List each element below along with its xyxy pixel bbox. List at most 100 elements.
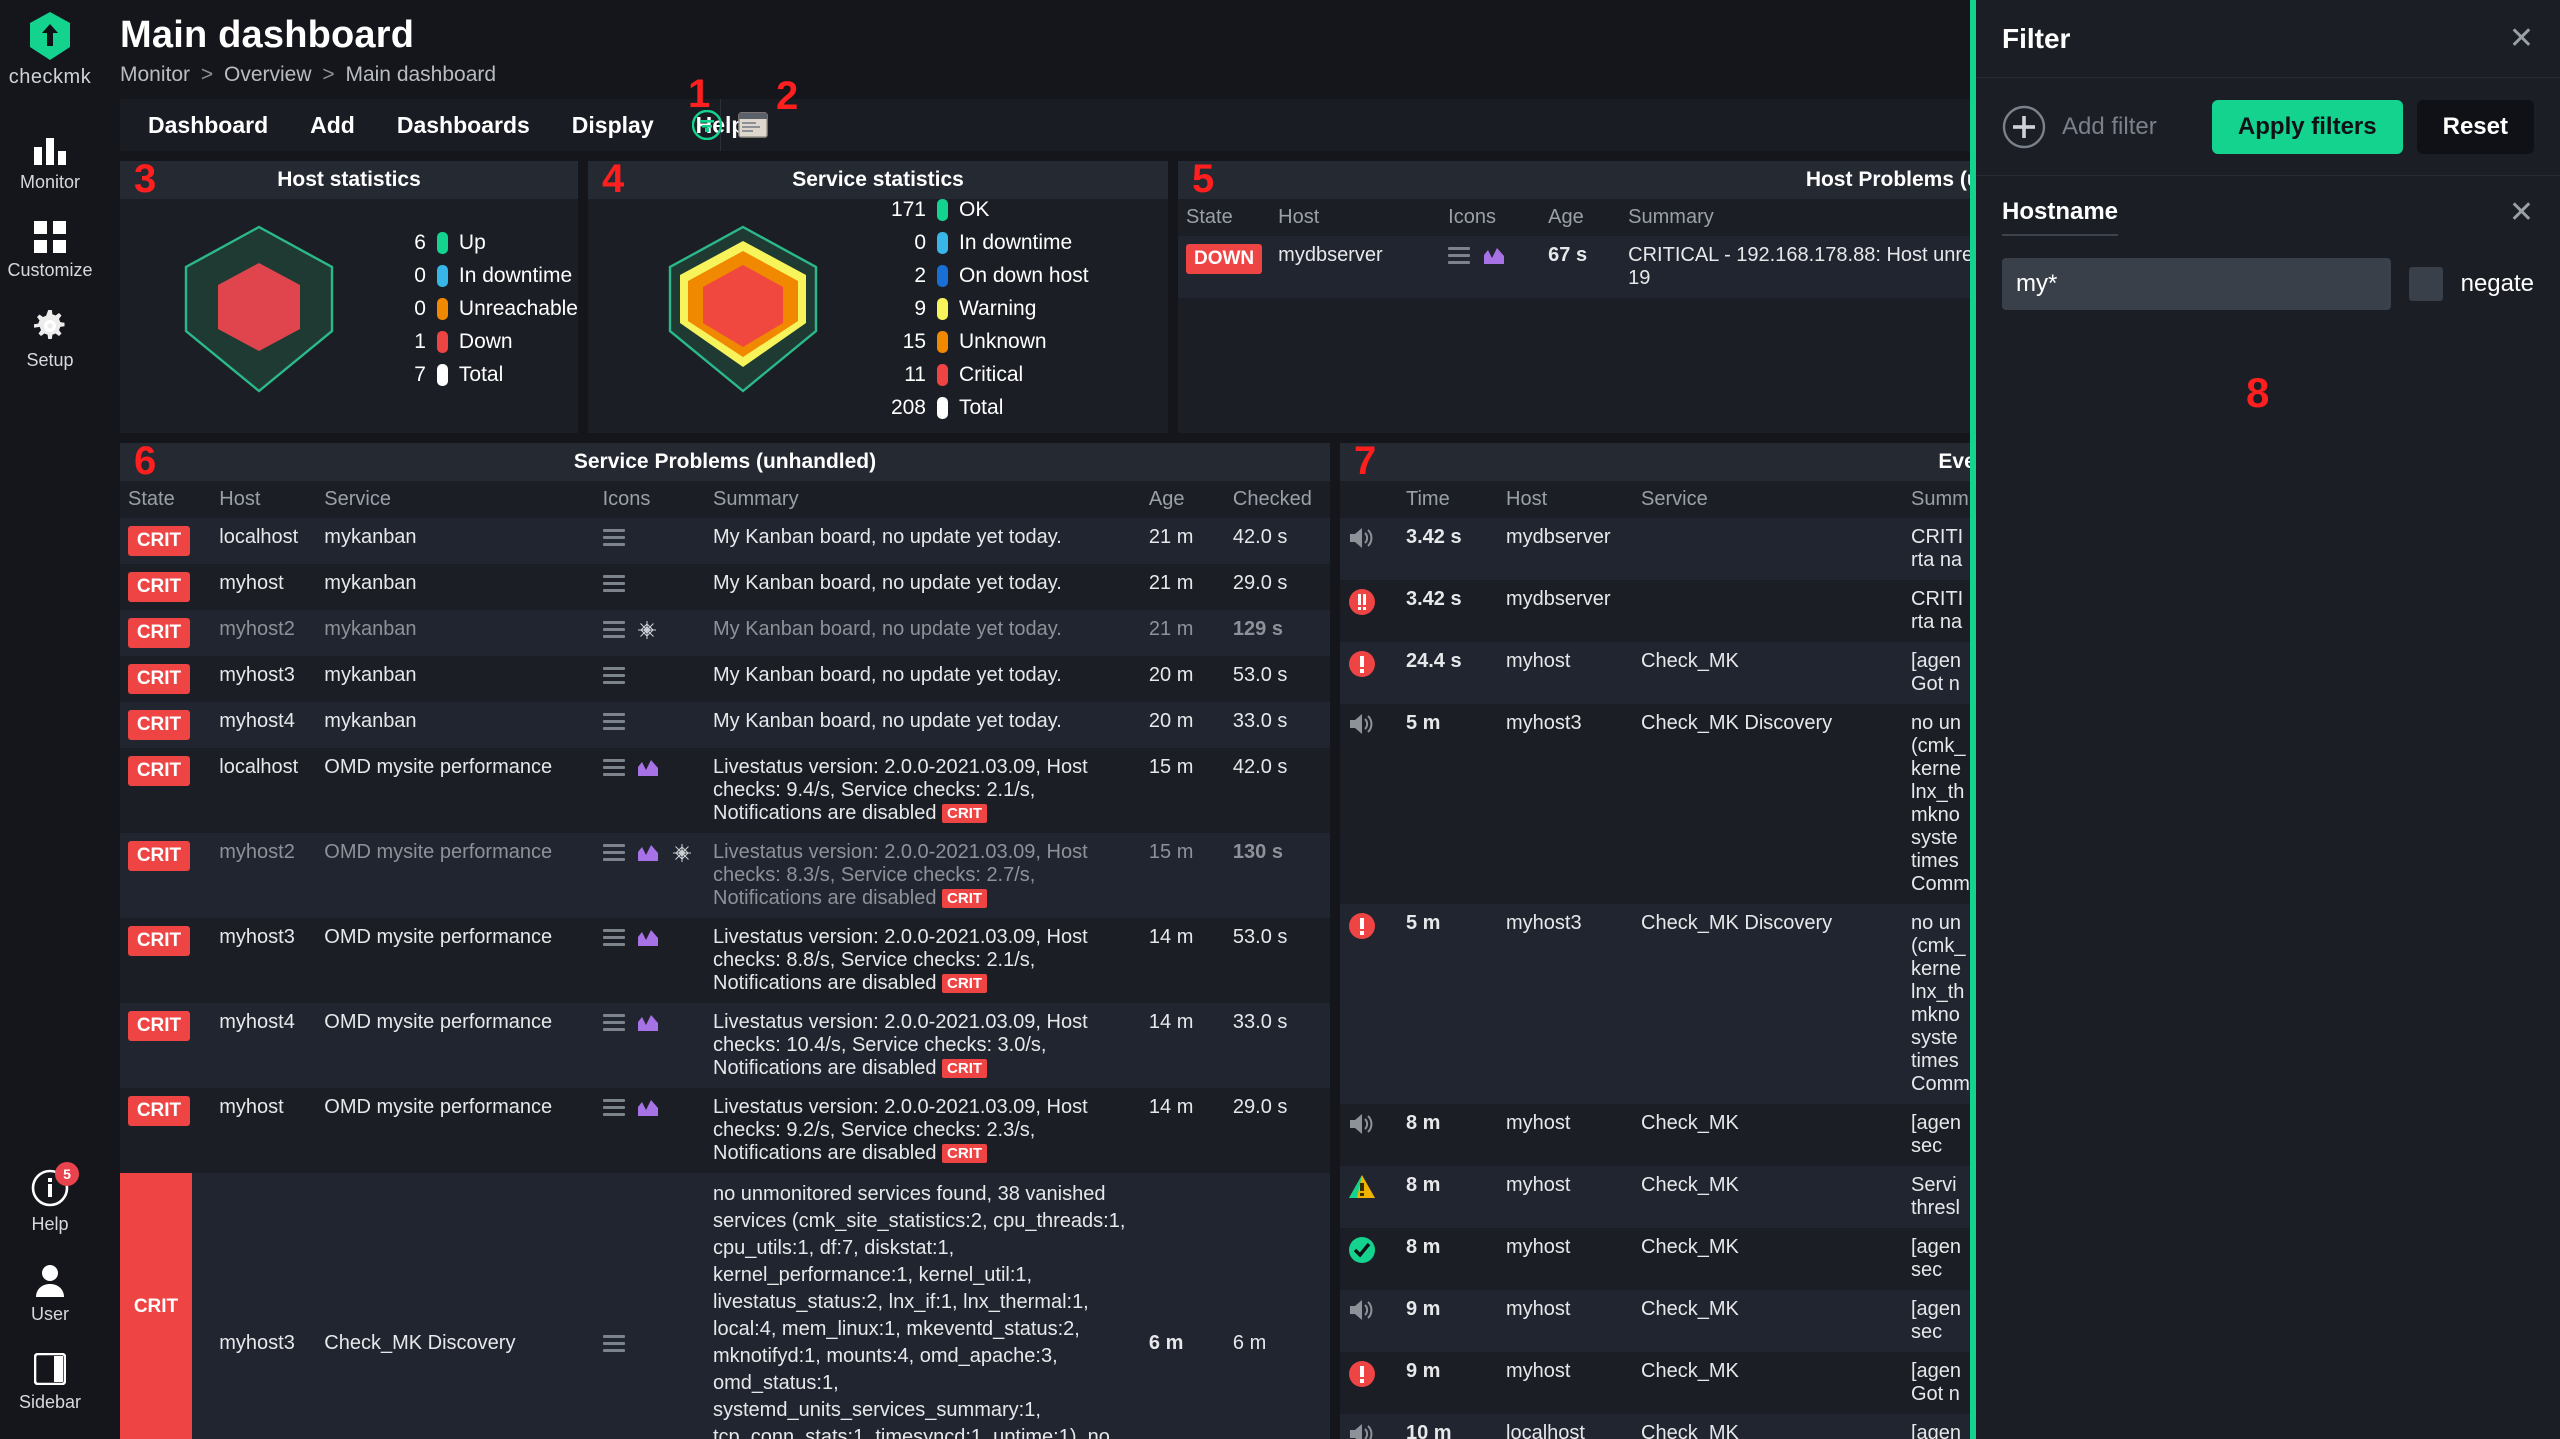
breadcrumb-item-0[interactable]: Monitor — [120, 63, 190, 86]
graph-icon[interactable] — [637, 759, 659, 777]
col-icons[interactable]: Icons — [594, 481, 705, 518]
menu-item-display[interactable]: Display — [572, 112, 654, 139]
col-host[interactable]: Host — [1270, 199, 1441, 236]
cell-host[interactable]: myhost4 — [211, 1003, 317, 1088]
table-row[interactable]: CRIT myhost3 Check_MK Discovery no unmon… — [120, 1173, 1330, 1439]
negate-checkbox[interactable] — [2408, 267, 2443, 301]
list-item[interactable]: 9 m myhost Check_MK [agen Got n — [1340, 1352, 1970, 1414]
cell-service[interactable]: Check_MK Discovery — [316, 1173, 595, 1439]
col-summary[interactable]: Summ — [1903, 481, 1970, 518]
cell-service[interactable] — [1633, 580, 1903, 642]
col-age[interactable]: Age — [1540, 199, 1621, 236]
sidebar-item-customize[interactable]: Customize — [0, 205, 100, 293]
list-item[interactable]: 5 m myhost3 Check_MK Discovery no un (cm… — [1340, 704, 1970, 904]
cell-service[interactable]: Check_MK — [1633, 1166, 1903, 1228]
cell-host[interactable]: myhost3 — [211, 656, 317, 702]
sidebar-item-user[interactable]: User — [0, 1247, 100, 1337]
table-row[interactable]: DOWN mydbserver 67 s CRITICAL - 192.168.… — [1178, 236, 1970, 298]
col-service[interactable]: Service — [316, 481, 595, 518]
cell-host[interactable]: mydbserver — [1498, 518, 1633, 580]
list-item[interactable]: 24.4 s myhost Check_MK [agen Got n — [1340, 642, 1970, 704]
cell-host[interactable]: mydbserver — [1498, 580, 1633, 642]
cell-host[interactable]: myhost — [1498, 1166, 1633, 1228]
list-item[interactable]: 8 m myhost Check_MK [agen sec — [1340, 1228, 1970, 1290]
table-row[interactable]: CRIT myhost OMD mysite performance Lives… — [120, 1088, 1330, 1173]
table-row[interactable]: CRIT myhost3 mykanban My Kanban board, n… — [120, 656, 1330, 702]
cell-host[interactable]: myhost — [1498, 1352, 1633, 1414]
cell-host[interactable]: myhost2 — [211, 610, 317, 656]
apply-filters-button[interactable]: Apply filters — [2211, 99, 2403, 154]
cell-host[interactable]: myhost — [1498, 1104, 1633, 1166]
cell-service[interactable]: Check_MK — [1633, 1228, 1903, 1290]
cell-host[interactable]: myhost — [1498, 1290, 1633, 1352]
brand-logo[interactable]: checkmk — [9, 10, 91, 89]
cell-service[interactable]: mykanban — [316, 656, 595, 702]
spiderweb-icon[interactable] — [672, 843, 692, 863]
hamburger-icon[interactable] — [602, 667, 625, 685]
cell-service[interactable]: Check_MK — [1633, 642, 1903, 704]
hamburger-icon[interactable] — [602, 529, 625, 547]
hamburger-icon[interactable] — [602, 713, 625, 731]
col-summary[interactable]: Summary — [1620, 199, 1970, 236]
reset-button[interactable]: Reset — [2416, 99, 2534, 154]
col-host[interactable]: Host — [211, 481, 317, 518]
cell-host[interactable]: localhost — [211, 748, 317, 833]
list-item[interactable]: 10 m localhost Check_MK [agen sec — [1340, 1414, 1970, 1439]
hamburger-icon[interactable] — [602, 759, 625, 777]
list-item[interactable]: 8 m myhost Check_MK [agen sec — [1340, 1104, 1970, 1166]
cell-host[interactable]: myhost3 — [211, 918, 317, 1003]
sidebar-item-help[interactable]: 5 Help — [0, 1153, 100, 1247]
cell-service[interactable]: mykanban — [316, 518, 595, 564]
cell-host[interactable]: myhost3 — [1498, 704, 1633, 904]
cell-service[interactable]: mykanban — [316, 702, 595, 748]
col-state[interactable]: State — [120, 481, 212, 518]
hamburger-icon[interactable] — [602, 1334, 625, 1352]
cell-host[interactable]: mydbserver — [1270, 236, 1441, 298]
cell-service[interactable]: Check_MK — [1633, 1104, 1903, 1166]
table-row[interactable]: CRIT myhost3 OMD mysite performance Live… — [120, 918, 1330, 1003]
hostname-input[interactable] — [2002, 258, 2391, 310]
cell-host[interactable]: myhost3 — [211, 1173, 317, 1439]
sidebar-item-monitor[interactable]: Monitor — [0, 119, 100, 205]
window-icon[interactable] — [738, 112, 768, 138]
cell-service[interactable]: OMD mysite performance — [316, 918, 595, 1003]
list-item[interactable]: 8 m myhost Check_MK Servi thresl — [1340, 1166, 1970, 1228]
cell-service[interactable]: OMD mysite performance — [316, 833, 595, 918]
table-row[interactable]: CRIT myhost4 OMD mysite performance Live… — [120, 1003, 1330, 1088]
sidebar-item-setup[interactable]: Setup — [0, 293, 100, 383]
list-item[interactable]: 9 m myhost Check_MK [agen sec — [1340, 1290, 1970, 1352]
col-age[interactable]: Age — [1140, 481, 1225, 518]
menu-item-dashboards[interactable]: Dashboards — [397, 112, 530, 139]
cell-host[interactable]: myhost — [211, 564, 317, 610]
table-row[interactable]: CRIT localhost OMD mysite performance Li… — [120, 748, 1330, 833]
cell-host[interactable]: localhost — [211, 518, 317, 564]
close-icon[interactable]: ✕ — [2509, 23, 2534, 54]
cell-service[interactable]: OMD mysite performance — [316, 1003, 595, 1088]
breadcrumb-item-1[interactable]: Overview — [224, 63, 312, 86]
graph-icon[interactable] — [637, 929, 659, 947]
hamburger-icon[interactable] — [602, 1014, 625, 1032]
cell-service[interactable]: mykanban — [316, 610, 595, 656]
cell-host[interactable]: myhost2 — [211, 833, 317, 918]
cell-service[interactable]: Check_MK — [1633, 1352, 1903, 1414]
sidebar-item-sidebar[interactable]: Sidebar — [0, 1337, 100, 1439]
hamburger-icon[interactable] — [602, 575, 625, 593]
col-service[interactable]: Service — [1633, 481, 1903, 518]
cell-service[interactable]: OMD mysite performance — [316, 1088, 595, 1173]
graph-icon[interactable] — [1483, 247, 1505, 265]
list-item[interactable]: 5 m myhost3 Check_MK Discovery no un (cm… — [1340, 904, 1970, 1104]
col-host[interactable]: Host — [1498, 481, 1633, 518]
table-row[interactable]: CRIT myhost mykanban My Kanban board, no… — [120, 564, 1330, 610]
table-row[interactable]: CRIT myhost4 mykanban My Kanban board, n… — [120, 702, 1330, 748]
add-filter-button[interactable]: Add filter — [2002, 105, 2198, 149]
menu-item-add[interactable]: Add — [310, 112, 355, 139]
cell-host[interactable]: myhost — [1498, 1228, 1633, 1290]
hamburger-icon[interactable] — [602, 929, 625, 947]
list-item[interactable]: 3.42 s mydbserver CRITI rta na — [1340, 518, 1970, 580]
spiderweb-icon[interactable] — [637, 620, 657, 640]
col-state[interactable]: State — [1178, 199, 1271, 236]
cell-service[interactable]: mykanban — [316, 564, 595, 610]
cell-service[interactable]: Check_MK — [1633, 1290, 1903, 1352]
graph-icon[interactable] — [637, 1099, 659, 1117]
cell-host[interactable]: myhost — [1498, 642, 1633, 704]
